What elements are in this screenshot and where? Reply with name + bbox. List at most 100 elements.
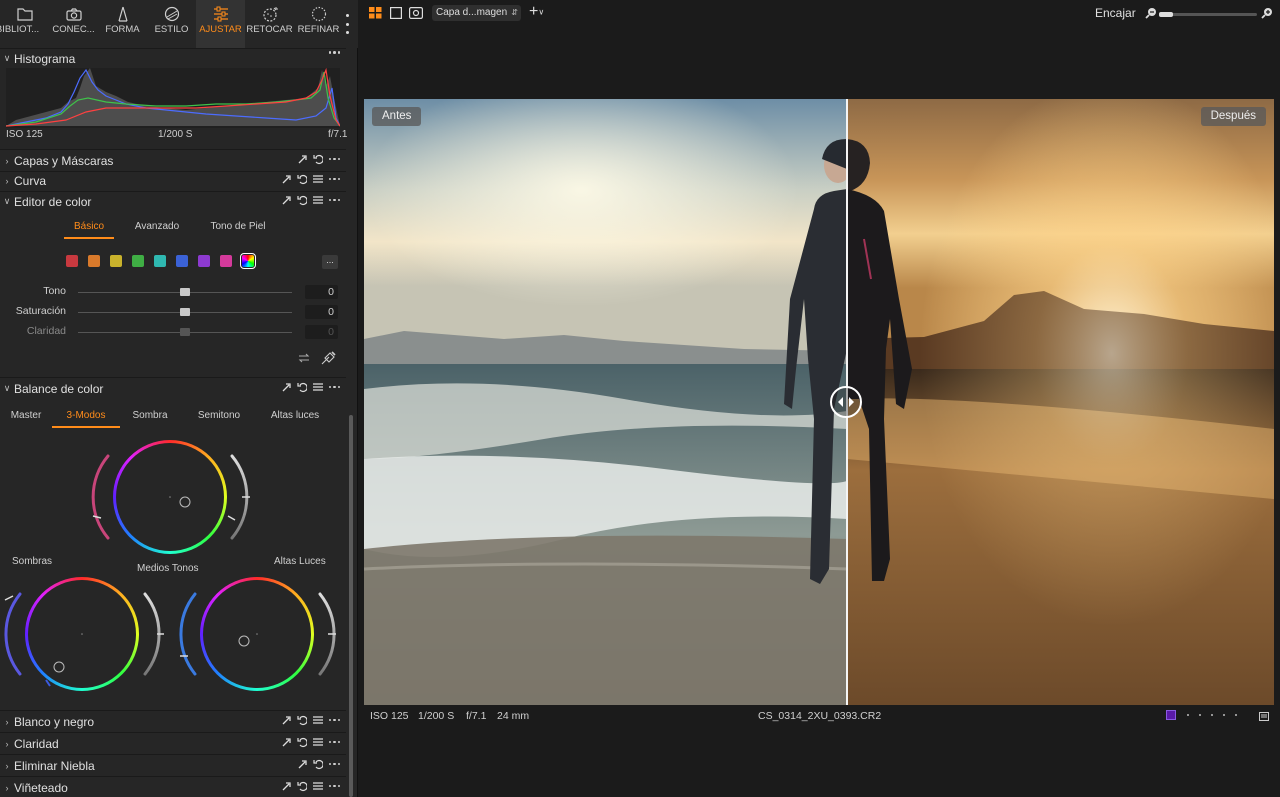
- color-swatch[interactable]: [154, 255, 166, 267]
- presets-list-icon[interactable]: [312, 714, 323, 726]
- color-swatch[interactable]: [66, 255, 78, 267]
- color-swatch[interactable]: [198, 255, 210, 267]
- color-swatch[interactable]: [110, 255, 122, 267]
- vignette-header[interactable]: › Viñeteado: [0, 777, 346, 797]
- reset-icon[interactable]: [296, 780, 307, 792]
- slider-knob[interactable]: [180, 328, 190, 336]
- slider-value[interactable]: 0: [305, 305, 338, 319]
- tab-basic[interactable]: Básico: [64, 221, 114, 239]
- zoom-in-icon[interactable]: [1261, 7, 1273, 19]
- more-options-icon[interactable]: [328, 198, 340, 202]
- presets-list-icon[interactable]: [312, 780, 323, 792]
- slider-value[interactable]: 0: [305, 325, 338, 339]
- copy-apply-icon[interactable]: [281, 714, 291, 726]
- copy-apply-icon[interactable]: [297, 153, 307, 165]
- photo-before-after: [364, 99, 1274, 705]
- grid-view-icon[interactable]: [369, 7, 382, 19]
- reset-icon[interactable]: [312, 153, 323, 165]
- color-balance-header[interactable]: ∨ Balance de color: [0, 378, 346, 399]
- info-list-icon[interactable]: [1259, 712, 1269, 721]
- panel-scrollbar[interactable]: [349, 415, 353, 797]
- curve-header[interactable]: › Curva: [0, 170, 346, 191]
- proof-view-icon[interactable]: [409, 7, 423, 19]
- dehaze-header[interactable]: › Eliminar Niebla: [0, 755, 346, 776]
- color-swatch[interactable]: [132, 255, 144, 267]
- presets-list-icon[interactable]: [312, 736, 323, 748]
- tab-master[interactable]: Master: [0, 410, 52, 421]
- zoom-fit-label[interactable]: Encajar: [1095, 6, 1136, 20]
- copy-apply-icon[interactable]: [297, 758, 307, 770]
- more-colors-button[interactable]: ...: [322, 255, 338, 269]
- layers-header[interactable]: › Capas y Máscaras: [0, 150, 346, 171]
- color-tag[interactable]: [1166, 710, 1176, 720]
- tab-tether[interactable]: CONEC...: [49, 0, 98, 48]
- tab-shadow[interactable]: Sombra: [120, 410, 180, 421]
- slider-clarity[interactable]: Claridad 0: [0, 325, 346, 341]
- slider-knob[interactable]: [180, 308, 190, 316]
- presets-list-icon[interactable]: [312, 173, 323, 185]
- reset-icon[interactable]: [296, 736, 307, 748]
- reset-icon[interactable]: [296, 173, 307, 185]
- color-picker-icon[interactable]: [320, 351, 336, 365]
- copy-apply-icon[interactable]: [281, 780, 291, 792]
- tab-refine[interactable]: REFINAR: [294, 0, 343, 48]
- tab-shape[interactable]: FORMA: [98, 0, 147, 48]
- layer-select[interactable]: Capa d...magen ⇵: [432, 5, 521, 21]
- copy-apply-icon[interactable]: [281, 736, 291, 748]
- presets-list-icon[interactable]: [312, 381, 323, 393]
- highlights-wheel[interactable]: [179, 577, 336, 691]
- all-colors-swatch[interactable]: [240, 253, 256, 269]
- star-rating[interactable]: [1187, 714, 1237, 716]
- tab-midtone[interactable]: Semitono: [180, 410, 258, 421]
- reset-icon[interactable]: [296, 714, 307, 726]
- image-viewer[interactable]: Antes Después: [364, 99, 1274, 705]
- add-layer-button[interactable]: +∨: [529, 3, 544, 21]
- copy-apply-icon[interactable]: [281, 194, 291, 206]
- color-swatch[interactable]: [176, 255, 188, 267]
- slider-knob[interactable]: [180, 288, 190, 296]
- tab-label: AJUSTAR: [199, 24, 242, 35]
- split-handle[interactable]: [830, 386, 862, 418]
- single-view-icon[interactable]: [390, 7, 402, 19]
- histogram-header[interactable]: ∨ Histograma: [0, 48, 346, 69]
- shadows-wheel[interactable]: [4, 577, 164, 691]
- more-options-icon[interactable]: [328, 385, 340, 389]
- reset-icon[interactable]: [296, 194, 307, 206]
- more-options-icon[interactable]: [328, 762, 340, 766]
- more-options-icon[interactable]: [328, 177, 340, 181]
- zoom-out-icon[interactable]: [1145, 7, 1157, 19]
- midtones-wheel[interactable]: [91, 440, 250, 554]
- copy-apply-icon[interactable]: [281, 173, 291, 185]
- reset-icon[interactable]: [312, 758, 323, 770]
- swap-icon[interactable]: [298, 353, 310, 363]
- slider-value[interactable]: 0: [305, 285, 338, 299]
- tab-retouch[interactable]: RETOCAR: [245, 0, 294, 48]
- zoom-slider-knob[interactable]: [1159, 12, 1173, 17]
- tab-3-way[interactable]: 3-Modos: [52, 410, 120, 428]
- more-tools-icon[interactable]: [342, 14, 352, 34]
- black-white-header[interactable]: › Blanco y negro: [0, 711, 346, 732]
- zoom-slider[interactable]: [1159, 12, 1257, 17]
- slider-saturation[interactable]: Saturación 0: [0, 305, 346, 321]
- slider-hue[interactable]: Tono 0: [0, 285, 346, 301]
- more-options-icon[interactable]: [328, 718, 340, 722]
- more-options-icon[interactable]: [328, 740, 340, 744]
- tab-highlights[interactable]: Altas luces: [258, 410, 332, 421]
- color-editor-header[interactable]: ∨ Editor de color: [0, 191, 346, 212]
- more-options-icon[interactable]: [328, 157, 340, 161]
- more-options-icon[interactable]: [328, 784, 340, 788]
- tab-library[interactable]: BIBLIOT...: [0, 0, 49, 48]
- tab-adjust[interactable]: AJUSTAR: [196, 0, 245, 48]
- presets-list-icon[interactable]: [312, 194, 323, 206]
- tab-style[interactable]: ESTILO: [147, 0, 196, 48]
- clarity-header[interactable]: › Claridad: [0, 733, 346, 754]
- tab-advanced[interactable]: Avanzado: [114, 221, 200, 232]
- reset-icon[interactable]: [296, 381, 307, 393]
- midtones-label: Medios Tonos: [137, 563, 199, 574]
- color-swatch[interactable]: [220, 255, 232, 267]
- color-swatch[interactable]: [88, 255, 100, 267]
- more-options-icon[interactable]: [328, 51, 340, 54]
- tab-skin-tone[interactable]: Tono de Piel: [200, 221, 276, 232]
- tool-panel: BIBLIOT... CONEC... FORMA ESTILO AJUSTAR…: [0, 0, 358, 797]
- copy-apply-icon[interactable]: [281, 381, 291, 393]
